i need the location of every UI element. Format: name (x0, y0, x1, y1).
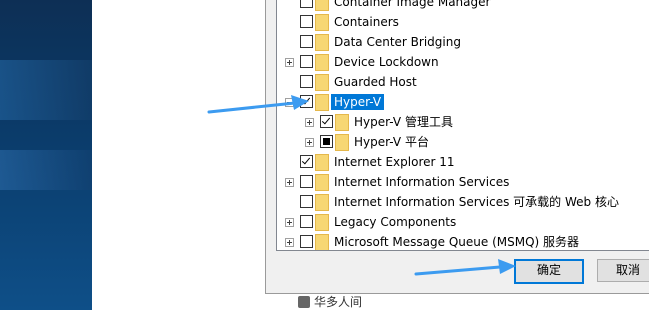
background-item-label: 华多人间 (314, 295, 363, 309)
folder-icon (315, 14, 329, 31)
feature-label[interactable]: Containers (334, 14, 399, 30)
tree-row[interactable]: Hyper-V 平台 (277, 132, 649, 152)
tree-row[interactable]: Data Center Bridging (277, 32, 649, 52)
annotation-arrow-icon (414, 259, 516, 276)
feature-checkbox[interactable] (300, 0, 313, 8)
folder-icon (315, 194, 329, 211)
tree-row[interactable]: Internet Information Services 可承载的 Web 核… (277, 192, 649, 212)
feature-checkbox[interactable] (300, 55, 313, 68)
feature-label[interactable]: Hyper-V (331, 94, 385, 110)
feature-checkbox[interactable] (300, 35, 313, 48)
folder-icon (315, 174, 329, 191)
features-tree[interactable]: Container Image Manager Containers Data Ce… (276, 0, 649, 251)
feature-checkbox[interactable] (300, 15, 313, 28)
feature-label[interactable]: Internet Information Services (334, 174, 509, 190)
background-list-item: 华多人间 (292, 293, 412, 310)
tree-row[interactable]: Internet Information Services (277, 172, 649, 192)
folder-icon (315, 54, 329, 71)
folder-icon (315, 214, 329, 231)
tree-row[interactable]: Hyper-V 管理工具 (277, 112, 649, 132)
folder-icon (335, 134, 349, 151)
tree-row[interactable]: Container Image Manager (277, 0, 649, 12)
expand-icon[interactable] (285, 178, 294, 187)
feature-label[interactable]: Microsoft Message Queue (MSMQ) 服务器 (334, 234, 579, 250)
tree-row[interactable]: Containers (277, 12, 649, 32)
feature-label[interactable]: Hyper-V 平台 (354, 134, 429, 150)
folder-icon (315, 234, 329, 250)
folder-icon (315, 154, 329, 171)
annotation-arrow-icon (207, 95, 309, 114)
feature-label[interactable]: Data Center Bridging (334, 34, 461, 50)
tree-row[interactable]: Internet Explorer 11 (277, 152, 649, 172)
feature-checkbox[interactable] (300, 235, 313, 248)
tree-row[interactable]: Legacy Components (277, 212, 649, 232)
folder-icon (315, 74, 329, 91)
folder-icon (315, 0, 329, 11)
desktop-background (0, 0, 92, 310)
feature-label[interactable]: Internet Explorer 11 (334, 154, 455, 170)
feature-label[interactable]: Legacy Components (334, 214, 456, 230)
feature-label[interactable]: Container Image Manager (334, 0, 490, 10)
folder-icon (315, 94, 329, 111)
folder-icon (335, 114, 349, 131)
tree-row[interactable]: Device Lockdown (277, 52, 649, 72)
folder-icon (315, 34, 329, 51)
app-icon (298, 296, 310, 308)
desktop-glow (0, 150, 92, 190)
tree-row[interactable]: Microsoft Message Queue (MSMQ) 服务器 (277, 232, 649, 250)
feature-checkbox[interactable] (300, 155, 313, 168)
tree-row[interactable]: Hyper-V (277, 92, 649, 112)
feature-checkbox[interactable] (300, 195, 313, 208)
cancel-button[interactable]: 取消 (597, 259, 649, 282)
feature-checkbox[interactable] (320, 135, 333, 148)
background-window (92, 0, 265, 310)
feature-checkbox[interactable] (300, 75, 313, 88)
expand-icon[interactable] (285, 218, 294, 227)
expand-icon[interactable] (285, 58, 294, 67)
feature-label[interactable]: Device Lockdown (334, 54, 439, 70)
feature-checkbox[interactable] (300, 175, 313, 188)
expand-icon[interactable] (305, 138, 314, 147)
feature-label[interactable]: Hyper-V 管理工具 (354, 114, 453, 130)
ok-button[interactable]: 确定 (514, 259, 584, 284)
feature-label[interactable]: Internet Information Services 可承载的 Web 核… (334, 194, 619, 210)
feature-checkbox[interactable] (320, 115, 333, 128)
tree-row[interactable]: Guarded Host (277, 72, 649, 92)
expand-icon[interactable] (285, 238, 294, 247)
feature-label[interactable]: Guarded Host (334, 74, 417, 90)
desktop-glow (0, 60, 92, 120)
feature-checkbox[interactable] (300, 215, 313, 228)
windows-features-dialog: Container Image Manager Containers Data Ce… (265, 0, 649, 294)
